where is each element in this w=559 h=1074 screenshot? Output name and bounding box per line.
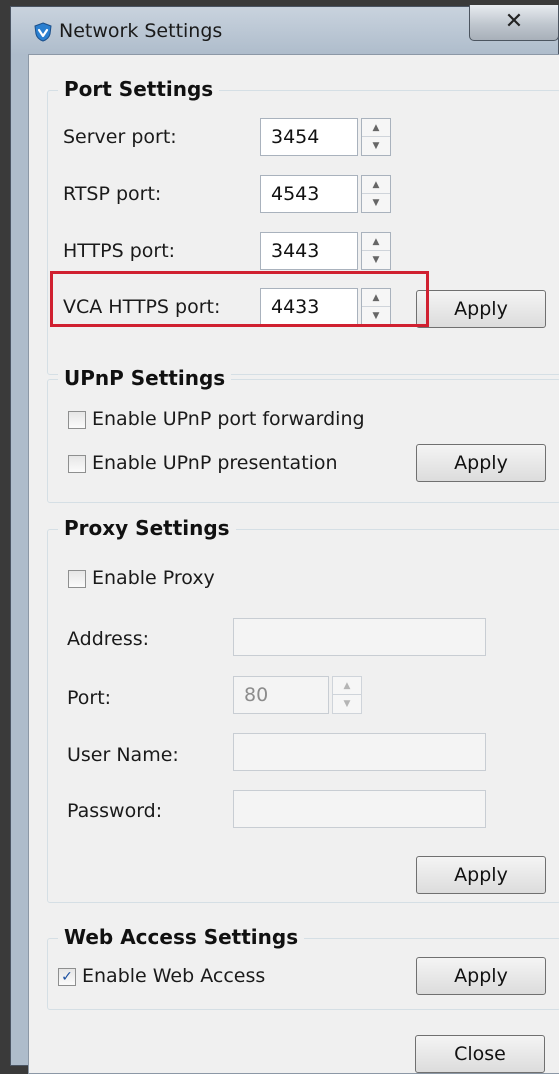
proxy-port-spinner[interactable]: ▲ ▼ [332,676,362,714]
spin-down-icon[interactable]: ▼ [362,137,390,155]
network-settings-window: Network Settings ✕ Port Settings Server … [10,5,559,1074]
port-settings-group: Port Settings Server port: 3454 ▲ ▼ RTSP… [47,77,559,375]
highlight-annotation-box [50,271,429,327]
upnp-port-forwarding-checkbox[interactable] [68,411,86,429]
server-port-label: Server port: [63,126,177,148]
proxy-settings-title: Proxy Settings [58,516,236,540]
app-shield-icon [34,22,52,42]
proxy-port-label: Port: [67,687,112,709]
proxy-apply-button[interactable]: Apply [416,856,546,894]
enable-web-access-checkbox[interactable]: ✓ [58,968,76,986]
upnp-settings-title: UPnP Settings [58,366,232,390]
proxy-port-input[interactable]: 80 [233,676,329,714]
spin-up-icon[interactable]: ▲ [362,176,390,194]
proxy-password-input[interactable] [233,790,486,828]
web-access-settings-group: Web Access Settings ✓ Enable Web Access … [47,925,559,1010]
window-title: Network Settings [59,20,223,42]
upnp-presentation-checkbox[interactable] [68,455,86,473]
dialog-body: Port Settings Server port: 3454 ▲ ▼ RTSP… [28,54,559,1074]
upnp-apply-button[interactable]: Apply [416,444,546,482]
proxy-user-name-label: User Name: [67,744,179,766]
close-window-button[interactable]: ✕ [469,5,559,41]
server-port-input[interactable]: 3454 [260,118,358,156]
port-apply-button[interactable]: Apply [416,290,546,328]
upnp-port-forwarding-label[interactable]: Enable UPnP port forwarding [92,408,365,430]
proxy-address-label: Address: [67,628,150,650]
proxy-settings-group: Proxy Settings Enable Proxy Address: Por… [47,516,559,903]
web-access-settings-title: Web Access Settings [58,925,305,949]
title-bar[interactable]: Network Settings ✕ [11,5,559,53]
spin-down-icon[interactable]: ▼ [362,251,390,269]
spin-up-icon[interactable]: ▲ [362,119,390,137]
rtsp-port-input[interactable]: 4543 [260,175,358,213]
enable-proxy-label[interactable]: Enable Proxy [92,567,215,589]
spin-up-icon[interactable]: ▲ [362,233,390,251]
spin-down-icon[interactable]: ▼ [333,695,361,713]
close-button[interactable]: Close [415,1035,545,1073]
rtsp-port-label: RTSP port: [63,183,162,205]
proxy-address-input[interactable] [233,618,486,656]
proxy-password-label: Password: [67,800,163,822]
enable-web-access-label[interactable]: Enable Web Access [82,965,265,987]
https-port-spinner[interactable]: ▲ ▼ [361,232,391,270]
https-port-label: HTTPS port: [63,240,176,262]
rtsp-port-spinner[interactable]: ▲ ▼ [361,175,391,213]
spin-down-icon[interactable]: ▼ [362,194,390,212]
upnp-settings-group: UPnP Settings Enable UPnP port forwardin… [47,366,559,503]
enable-proxy-checkbox[interactable] [68,570,86,588]
server-port-spinner[interactable]: ▲ ▼ [361,118,391,156]
spin-up-icon[interactable]: ▲ [333,677,361,695]
web-access-apply-button[interactable]: Apply [416,957,546,995]
upnp-presentation-label[interactable]: Enable UPnP presentation [92,452,338,474]
close-icon: ✕ [504,9,524,34]
port-settings-title: Port Settings [58,77,220,101]
https-port-input[interactable]: 3443 [260,232,358,270]
proxy-user-name-input[interactable] [233,733,486,771]
